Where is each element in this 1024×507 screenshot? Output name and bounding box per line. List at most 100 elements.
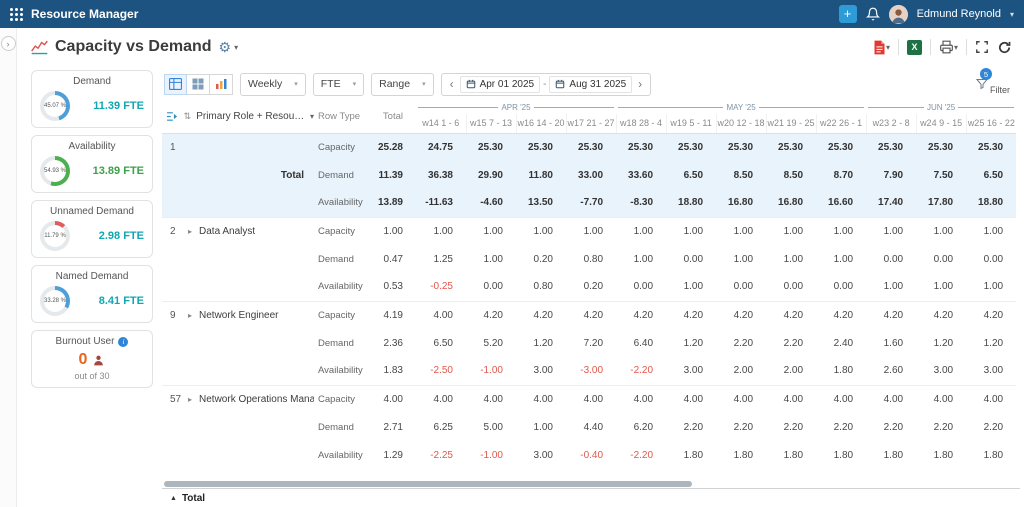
range-select[interactable]: Range ▾ <box>371 73 433 96</box>
card-value: 2.98 FTE <box>99 230 144 242</box>
add-button[interactable]: + <box>839 5 857 23</box>
chevron-down-icon[interactable]: ▾ <box>1010 10 1014 19</box>
value-cell: 2.20 <box>816 413 866 441</box>
avatar[interactable] <box>889 5 908 24</box>
row-type-cell: Capacity <box>314 301 370 329</box>
value-cell: 13.89 <box>370 189 416 217</box>
notifications-button[interactable] <box>866 7 880 21</box>
value-cell: 4.00 <box>516 385 566 413</box>
group-name-cell <box>162 189 314 217</box>
info-icon[interactable]: i <box>118 337 128 347</box>
top-navbar: Resource Manager + Edmund Reynold ▾ <box>0 0 1024 28</box>
table-row: 57▸Network Operations ManagerCapacity4.0… <box>162 385 1016 413</box>
date-to-chip[interactable]: Aug 31 2025 <box>549 76 632 93</box>
donut-chart: 33.28 % <box>40 286 70 316</box>
sort-icon[interactable]: ⇅ <box>184 111 192 122</box>
group-name-cell[interactable]: 9▸Network Engineer <box>162 301 314 329</box>
value-cell: 1.80 <box>666 441 716 469</box>
value-cell: 4.20 <box>566 301 616 329</box>
value-cell: 25.30 <box>716 133 766 161</box>
value-cell: 2.00 <box>716 357 766 385</box>
value-cell: 0.00 <box>616 273 666 301</box>
value-cell: 0.00 <box>466 273 516 301</box>
value-cell: 1.00 <box>516 413 566 441</box>
donut-chart: 11.79 % <box>40 221 70 251</box>
summary-cards: Demand45.07 %11.39 FTEAvailability54.93 … <box>31 70 153 323</box>
value-cell: 8.50 <box>766 161 816 189</box>
expand-panel-button[interactable]: › <box>1 36 16 51</box>
export-pdf-button[interactable]: ▾ <box>873 40 890 55</box>
value-cell: 25.30 <box>816 133 866 161</box>
value-cell: 0.80 <box>566 245 616 273</box>
table-row: 9▸Network EngineerCapacity4.194.004.204.… <box>162 301 1016 329</box>
next-range-button[interactable]: › <box>632 77 648 91</box>
grid-view-button[interactable] <box>187 74 210 95</box>
table-view-button[interactable] <box>164 74 187 95</box>
column-header-name[interactable]: ⇅Primary Role + Resource...▾ <box>162 100 314 133</box>
value-cell: 0.00 <box>916 245 966 273</box>
value-cell: 1.00 <box>666 273 716 301</box>
value-cell: 36.38 <box>416 161 466 189</box>
expand-all-icon[interactable] <box>166 111 179 122</box>
value-cell: 7.20 <box>566 329 616 357</box>
prev-range-button[interactable]: ‹ <box>444 77 460 91</box>
unit-select[interactable]: FTE ▾ <box>313 73 364 96</box>
value-cell: 4.20 <box>666 301 716 329</box>
group-name-cell <box>162 329 314 357</box>
expand-caret-icon[interactable]: ▸ <box>188 311 192 320</box>
pinned-total-footer[interactable]: ▲ Total <box>162 488 1020 507</box>
group-name-cell[interactable]: 57▸Network Operations Manager <box>162 385 314 413</box>
value-cell: 2.20 <box>766 413 816 441</box>
period-select[interactable]: Weekly ▾ <box>240 73 306 96</box>
value-cell: 1.80 <box>716 441 766 469</box>
value-cell: 2.60 <box>866 357 916 385</box>
capacity-table: ⇅Primary Role + Resource...▾Row TypeTota… <box>162 100 1016 469</box>
value-cell: 16.80 <box>716 189 766 217</box>
filter-count-badge: 5 <box>980 68 992 80</box>
row-type-cell: Availability <box>314 273 370 301</box>
value-cell: 24.75 <box>416 133 466 161</box>
export-excel-button[interactable]: X <box>907 40 922 55</box>
user-menu[interactable]: Edmund Reynold <box>917 8 1001 20</box>
value-cell: -0.40 <box>566 441 616 469</box>
table-row: Availability1.29-2.25-1.003.00-0.40-2.20… <box>162 441 1016 469</box>
filter-button[interactable]: 5 Filter <box>976 73 1014 95</box>
value-cell: 4.20 <box>766 301 816 329</box>
expand-caret-icon[interactable]: ▸ <box>188 395 192 404</box>
chevron-down-icon: ▾ <box>294 80 298 88</box>
group-name-cell <box>162 413 314 441</box>
scrollbar-thumb[interactable] <box>164 481 692 487</box>
app-title: Resource Manager <box>31 7 138 21</box>
date-to-value: Aug 31 2025 <box>569 79 626 90</box>
chart-view-button[interactable] <box>210 74 233 95</box>
pdf-icon <box>873 40 886 55</box>
value-cell: 1.29 <box>370 441 416 469</box>
group-name-cell[interactable]: 2▸Data Analyst <box>162 217 314 245</box>
value-cell: 2.71 <box>370 413 416 441</box>
expand-caret-icon[interactable]: ▸ <box>188 227 192 236</box>
view-switcher <box>164 74 233 95</box>
app-launcher-icon[interactable] <box>10 8 23 21</box>
value-cell: 1.00 <box>666 217 716 245</box>
value-cell: 1.00 <box>966 273 1016 301</box>
value-cell: 25.30 <box>666 133 716 161</box>
view-settings-button[interactable]: ⚙ ▾ <box>219 39 239 56</box>
card-value: 8.41 FTE <box>99 295 144 307</box>
value-cell: 1.00 <box>466 217 516 245</box>
burnout-title: Burnout User <box>56 336 115 347</box>
value-cell: 17.80 <box>916 189 966 217</box>
refresh-button[interactable] <box>997 40 1012 55</box>
value-cell: 11.80 <box>516 161 566 189</box>
date-from-chip[interactable]: Apr 01 2025 <box>460 76 541 93</box>
fullscreen-button[interactable] <box>975 40 989 54</box>
value-cell: 0.20 <box>566 273 616 301</box>
value-cell: 4.40 <box>566 413 616 441</box>
print-button[interactable]: ▾ <box>939 40 958 54</box>
row-type-cell: Demand <box>314 329 370 357</box>
value-cell: 3.00 <box>516 441 566 469</box>
value-cell: 25.30 <box>616 133 666 161</box>
table-row: Demand2.716.255.001.004.406.202.202.202.… <box>162 413 1016 441</box>
summary-card: Availability54.93 %13.89 FTE <box>31 135 153 193</box>
left-collapse-strip: › <box>0 28 17 507</box>
row-type-cell: Availability <box>314 441 370 469</box>
